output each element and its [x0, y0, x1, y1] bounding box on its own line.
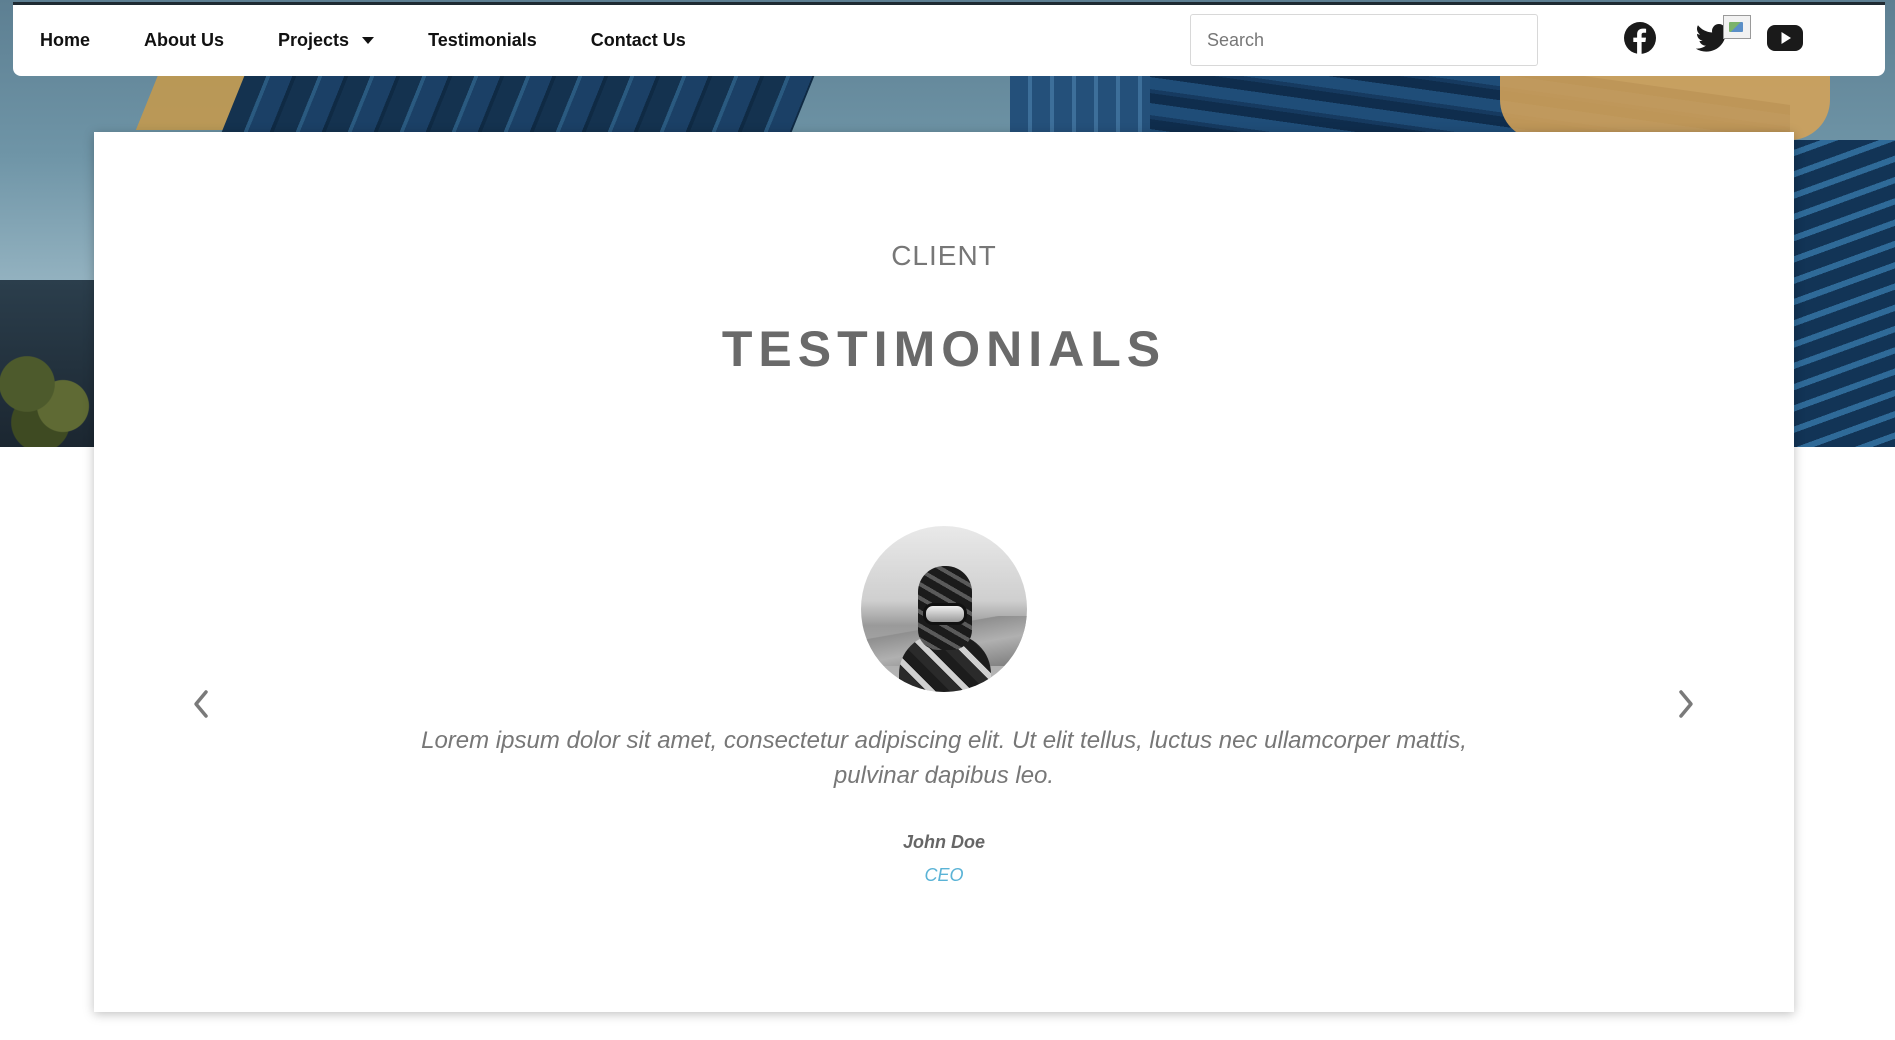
- youtube-icon[interactable]: [1766, 19, 1804, 57]
- nav-item-label: Contact Us: [590, 30, 686, 50]
- nav-item-label: About Us: [144, 30, 225, 50]
- carousel-next-button[interactable]: [1671, 684, 1701, 724]
- nav-item-contact-us[interactable]: Contact Us: [564, 5, 713, 76]
- broken-image-icon: [1723, 15, 1751, 39]
- nav-item-label: Home: [40, 30, 91, 50]
- nav-item-home[interactable]: Home: [13, 5, 117, 76]
- section-title: TESTIMONIALS: [721, 321, 1167, 377]
- facebook-icon[interactable]: [1621, 19, 1659, 57]
- author-name: John Doe: [902, 832, 985, 852]
- nav-item-label: Projects: [278, 30, 350, 50]
- chevron-right-icon: [1679, 690, 1693, 718]
- nav-item-label: Testimonials: [428, 30, 537, 50]
- chevron-left-icon: [194, 690, 208, 718]
- author-title: CEO: [924, 865, 964, 885]
- nav-item-testimonials[interactable]: Testimonials: [401, 5, 564, 76]
- search-input[interactable]: [1190, 14, 1538, 66]
- main-menu: Home About Us Projects Testimonials Cont…: [13, 5, 713, 76]
- testimonials-card: CLIENT TESTIMONIALS Lorem ipsum dolor si…: [94, 132, 1794, 1012]
- navbar: Home About Us Projects Testimonials Cont…: [13, 2, 1885, 76]
- section-eyebrow: CLIENT: [891, 240, 997, 271]
- nav-item-about-us[interactable]: About Us: [117, 5, 251, 76]
- carousel-prev-button[interactable]: [186, 684, 216, 724]
- nav-item-projects[interactable]: Projects: [251, 5, 401, 76]
- page: Home About Us Projects Testimonials Cont…: [0, 0, 1895, 1040]
- testimonial-quote: Lorem ipsum dolor sit amet, consectetur …: [421, 727, 1467, 789]
- caret-down-icon: [362, 37, 375, 44]
- avatar: [861, 526, 1027, 692]
